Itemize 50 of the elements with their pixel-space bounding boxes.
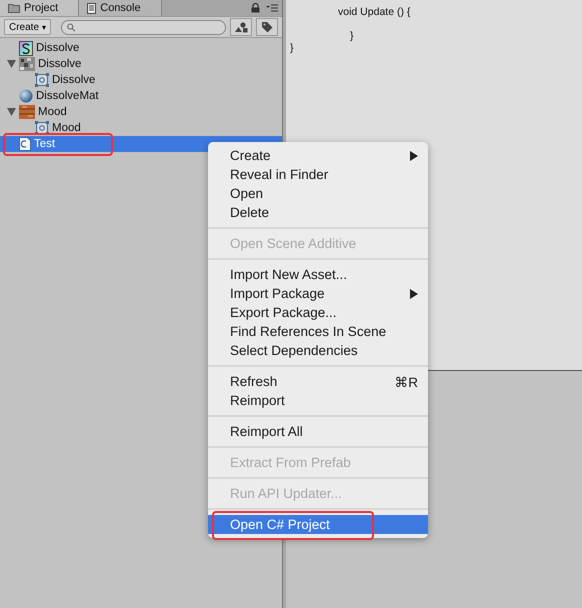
menu-item[interactable]: Reveal in Finder bbox=[208, 165, 428, 184]
shader-icon bbox=[19, 40, 33, 56]
code-line: void Update () { bbox=[338, 6, 410, 18]
tree-item-label: Dissolve bbox=[36, 42, 80, 54]
tree-item[interactable]: Dissolve bbox=[0, 56, 282, 72]
menu-item[interactable]: Reimport bbox=[208, 391, 428, 410]
expand-triangle-icon[interactable] bbox=[7, 60, 16, 68]
document-icon bbox=[87, 2, 96, 14]
tree-item-label: Mood bbox=[38, 106, 67, 118]
wood-texture-icon bbox=[19, 105, 35, 119]
folder-icon bbox=[8, 3, 20, 13]
menu-item[interactable]: Export Package... bbox=[208, 303, 428, 322]
filter-by-label-button[interactable] bbox=[256, 18, 278, 36]
create-dropdown[interactable]: Create ▾ bbox=[4, 19, 51, 35]
menu-item[interactable]: Select Dependencies bbox=[208, 341, 428, 360]
search-field[interactable] bbox=[60, 20, 226, 34]
menu-item[interactable]: Import Package bbox=[208, 284, 428, 303]
expand-triangle-icon[interactable] bbox=[7, 108, 16, 116]
code-line: } bbox=[290, 42, 294, 54]
search-icon bbox=[66, 22, 76, 32]
panel-tab[interactable]: Console bbox=[79, 0, 162, 16]
tree-item-label: DissolveMat bbox=[36, 90, 99, 102]
menu-item[interactable]: Import New Asset... bbox=[208, 265, 428, 284]
lock-icon[interactable] bbox=[251, 3, 260, 13]
noise-texture-icon bbox=[19, 57, 35, 71]
tree-item[interactable]: Dissolve bbox=[0, 72, 282, 88]
panel-tab[interactable]: Project bbox=[0, 0, 80, 16]
sphere-icon bbox=[19, 89, 33, 103]
tree-item-label: Dissolve bbox=[38, 58, 82, 70]
tag-icon bbox=[261, 21, 273, 33]
filter-by-type-button[interactable] bbox=[230, 18, 252, 36]
tree-item-label: Dissolve bbox=[52, 74, 96, 86]
code-line: } bbox=[350, 30, 354, 42]
menu-item[interactable]: Delete bbox=[208, 203, 428, 222]
tree-item[interactable]: Dissolve bbox=[0, 40, 282, 56]
menu-item[interactable]: Open C# Project bbox=[208, 515, 428, 534]
menu-icon[interactable] bbox=[266, 4, 278, 12]
tree-item-label: Test bbox=[34, 138, 56, 150]
menu-item[interactable]: Find References In Scene bbox=[208, 322, 428, 341]
tree-item[interactable]: Mood bbox=[0, 104, 282, 120]
menu-item[interactable]: Reimport All bbox=[208, 422, 428, 441]
csharp-script-icon bbox=[19, 137, 31, 151]
tree-item-label: Mood bbox=[52, 122, 81, 134]
menu-item[interactable]: Open bbox=[208, 184, 428, 203]
tree-item[interactable]: DissolveMat bbox=[0, 88, 282, 104]
menu-item[interactable]: Refresh ⌘R bbox=[208, 372, 428, 391]
tree-item[interactable]: Mood bbox=[0, 120, 282, 136]
sprite-icon bbox=[35, 121, 49, 135]
shapes-icon bbox=[234, 22, 248, 32]
sprite-icon bbox=[35, 73, 49, 87]
